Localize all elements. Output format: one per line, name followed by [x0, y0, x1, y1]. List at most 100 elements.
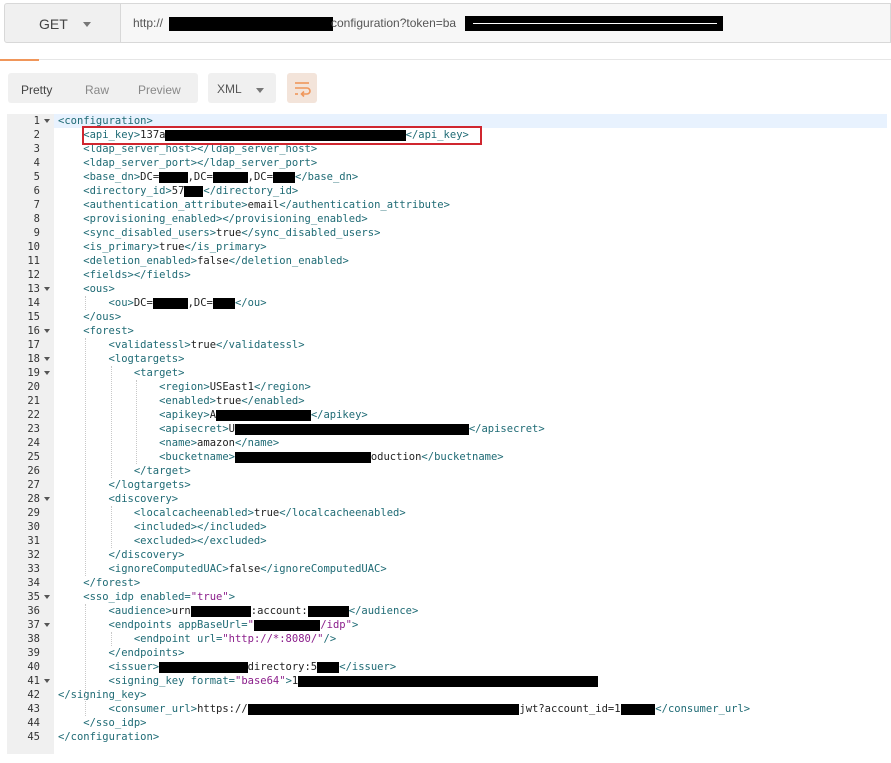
preview-tab[interactable]: Preview	[138, 83, 181, 97]
xml-tag: </ou>	[234, 297, 267, 309]
xml-tag: </enabled>	[241, 395, 305, 407]
xml-tag: <endpoint	[133, 633, 198, 645]
chevron-down-icon	[83, 22, 91, 27]
line-number: 20	[27, 381, 40, 393]
redaction-bar	[159, 661, 248, 673]
view-mode-group: Pretty Raw Preview	[8, 73, 198, 103]
fold-toggle-icon[interactable]	[44, 497, 50, 501]
code-line: <fields></fields>	[83, 268, 190, 282]
line-number: 31	[27, 535, 40, 547]
code-line: <is_primary>true</is_primary>	[83, 240, 266, 254]
xml-text: ,DC=	[187, 171, 213, 183]
line-number: 30	[27, 521, 40, 533]
wrap-lines-button[interactable]	[287, 73, 317, 103]
xml-tag: <ignoreComputedUAC>	[108, 563, 229, 575]
format-dropdown[interactable]: XML	[208, 73, 276, 103]
indent-guide	[85, 338, 87, 576]
code-line: <region>USEast1</region>	[159, 380, 311, 394]
redaction-bar	[317, 661, 340, 673]
fold-toggle-icon[interactable]	[44, 287, 50, 291]
line-number: 39	[27, 647, 40, 659]
fold-toggle-icon[interactable]	[44, 371, 50, 375]
xml-tag: </configuration>	[58, 731, 160, 743]
redaction-bar	[620, 703, 656, 715]
line-number: 38	[27, 633, 40, 645]
code-line: <issuer> directory:5 </issuer>	[109, 660, 397, 674]
xml-tag: </signing_key>	[58, 689, 147, 701]
xml-tag: </region>	[253, 381, 311, 393]
raw-tab[interactable]: Raw	[85, 83, 109, 97]
fold-toggle-icon[interactable]	[44, 329, 50, 333]
fold-toggle-icon[interactable]	[44, 357, 50, 361]
code-area[interactable]: <configuration> <api_key>137a </api_key> <l…	[58, 114, 887, 754]
code-line: <authentication_attribute>email</authent…	[83, 198, 450, 212]
redaction-bar	[169, 17, 333, 31]
xml-tag: </consumer_url>	[655, 703, 751, 715]
xml-tag: <deletion_enabled>	[83, 255, 198, 267]
code-line: <discovery>	[109, 492, 179, 506]
fold-toggle-icon[interactable]	[44, 595, 50, 599]
redaction-stripe	[473, 23, 717, 24]
line-number: 42	[27, 689, 40, 701]
indent-guide	[85, 604, 87, 716]
xml-attribute-value: "http://*:8080/"	[222, 633, 324, 645]
code-line: </discovery>	[109, 548, 185, 562]
xml-text: amazon	[197, 437, 235, 449]
redaction-bar	[272, 171, 296, 183]
line-number: 10	[27, 241, 40, 253]
code-line: <ou>DC= ,DC= </ou>	[109, 296, 267, 310]
request-bar: GET http:// configuration?token=ba	[0, 0, 891, 46]
xml-text: DC=	[140, 171, 160, 183]
xml-tag: >	[228, 591, 236, 603]
fold-toggle-icon[interactable]	[44, 623, 50, 627]
xml-tag: </apikey>	[310, 409, 368, 421]
line-number: 41	[27, 675, 40, 687]
code-line: <enabled>true</enabled>	[159, 394, 304, 408]
pretty-tab[interactable]: Pretty	[21, 83, 52, 97]
line-number: 5	[33, 171, 40, 183]
xml-text: USEast1	[209, 381, 254, 393]
code-line: </signing_key>	[58, 688, 147, 702]
xml-tag: </directory_id>	[203, 185, 299, 197]
method-dropdown[interactable]: GET	[4, 3, 121, 43]
xml-text: false	[228, 563, 261, 575]
xml-tag: </validatessl>	[216, 339, 305, 351]
xml-text: https://	[197, 703, 248, 715]
response-body-editor[interactable]: 1 2 3 4 5 6 7 8 9 10 11 12 13 14 15 16 17 18 19 20 21 22 23 24 2…	[7, 114, 887, 754]
line-number: 29	[27, 507, 40, 519]
code-line: </logtargets>	[109, 478, 191, 492]
xml-tag: </target>	[133, 465, 191, 477]
code-line: <consumer_url>https:// jwt?account_id=1 </…	[109, 702, 751, 716]
code-line: </forest>	[83, 576, 140, 590]
xml-tag: </name>	[234, 437, 280, 449]
url-input[interactable]: http:// configuration?token=ba	[121, 3, 891, 43]
line-number: 12	[27, 269, 40, 281]
xml-attribute: format=	[190, 675, 235, 687]
code-line: <ignoreComputedUAC>false</ignoreComputed…	[109, 562, 387, 576]
xml-tag: <signing_key	[108, 675, 191, 687]
xml-tag: <base_dn>	[83, 171, 141, 183]
redaction-bar	[152, 297, 188, 309]
xml-tag: </forest>	[83, 577, 141, 589]
xml-text: ,DC=	[247, 171, 273, 183]
line-number: 2	[33, 129, 40, 141]
line-number: 26	[27, 465, 40, 477]
xml-text: true	[216, 395, 242, 407]
xml-tag: <consumer_url>	[108, 703, 198, 715]
code-line: <apikey>A </apikey>	[159, 408, 368, 422]
code-line: <localcacheenabled>true</localcacheenabl…	[134, 506, 406, 520]
fold-toggle-icon[interactable]	[44, 679, 50, 683]
xml-tag: <region>	[159, 381, 210, 393]
fold-toggle-icon[interactable]	[44, 119, 50, 123]
xml-tag: <ldap_server_port></ldap_server_port>	[83, 157, 318, 169]
code-line: <sync_disabled_users>true</sync_disabled…	[83, 226, 380, 240]
line-number: 4	[33, 157, 40, 169]
xml-tag: </apisecret>	[468, 423, 545, 435]
xml-text: 57	[171, 185, 185, 197]
xml-tag: <provisioning_enabled></provisioning_ena…	[83, 213, 368, 225]
line-number: 21	[27, 395, 40, 407]
active-tab-indicator	[0, 59, 39, 61]
code-line: <endpoint url="http://*:8080/"/>	[134, 632, 336, 646]
line-number: 8	[33, 213, 40, 225]
line-number: 44	[27, 717, 40, 729]
